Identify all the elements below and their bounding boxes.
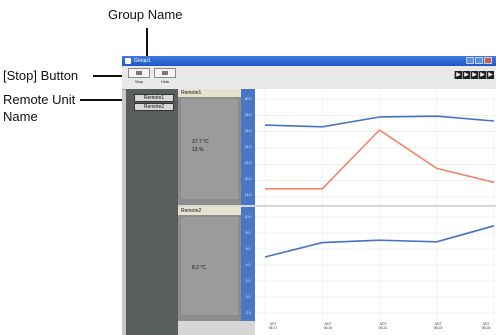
x-tick-label: 3/07 06:19: [318, 322, 338, 330]
x-tick-label: 3/07 06:23: [428, 322, 448, 330]
y-tick-label: 4.0: [245, 263, 251, 267]
y-tick-label: -2.0: [244, 311, 252, 315]
remote-panel-1: Remote1 27.7 °C 13 % 30.0 28.0 26.0 24.0…: [178, 89, 496, 205]
panel-1-y-axis: 30.0 28.0 26.0 24.0 22.0 20.0 18.0: [241, 89, 255, 205]
x-tick-label: 3/07 06:21: [373, 322, 393, 330]
nav-arrow-icon[interactable]: ▶: [478, 71, 486, 79]
nav-arrow-icon[interactable]: ▶: [486, 71, 494, 79]
panel-2-temperature-reading: 8.2 °C: [192, 265, 206, 271]
stop-button-callout: [Stop] Button: [3, 68, 79, 83]
y-tick-label: 0.0: [245, 295, 251, 299]
title-bar: Group1: [122, 56, 496, 66]
remote-unit-button-1[interactable]: Remote1: [134, 94, 174, 102]
y-tick-label: 10.0: [244, 215, 252, 219]
panel-2-name: Remote2: [178, 207, 241, 215]
stop-button-label: Stop: [134, 79, 144, 84]
panel-2-plot: [255, 207, 496, 321]
panel-2-info: Remote2 8.2 °C: [178, 207, 241, 321]
time-axis: 3/07 06:17 3/07 06:19 3/07 06:21 3/07 06:23 …: [255, 321, 496, 335]
x-tick-time: 06:23: [433, 326, 443, 330]
x-tick-time: 06:19: [323, 326, 333, 330]
minimize-button[interactable]: [466, 57, 474, 64]
panel-2-y-axis: 10.0 8.0 6.0 4.0 2.0 0.0 -2.0: [241, 207, 255, 321]
window-title: Group1: [134, 58, 151, 64]
nav-arrow-group: ▶ ▶ ▶ ▶ ▶: [454, 71, 494, 79]
hide-button-label: Hide: [160, 79, 170, 84]
nav-arrow-icon[interactable]: ▶: [462, 71, 470, 79]
remote-unit-name-callout-line2: Name: [3, 109, 38, 124]
stop-icon: [136, 71, 142, 75]
remote-unit-button-2[interactable]: Remote2: [134, 103, 174, 111]
toolbar: Stop Hide ▶ ▶ ▶ ▶ ▶: [122, 66, 496, 90]
y-tick-label: 20.0: [244, 177, 252, 181]
x-tick-time: 06:21: [378, 326, 388, 330]
y-tick-label: 30.0: [244, 97, 252, 101]
panel-1-info: Remote1 27.7 °C 13 %: [178, 89, 241, 205]
x-tick-label: 3/07 06:17: [263, 322, 283, 330]
group-name-callout: Group Name: [108, 7, 183, 22]
stop-button[interactable]: [128, 68, 150, 78]
remote-sidebar: Remote1 Remote2: [126, 89, 178, 335]
panel-1-temperature-reading: 27.7 °C: [192, 139, 209, 145]
y-tick-label: 6.0: [245, 247, 251, 251]
y-tick-label: 28.0: [244, 113, 252, 117]
remote-panel-2: Remote2 8.2 °C 10.0 8.0 6.0 4.0 2.0 0.0 …: [178, 207, 496, 321]
x-tick-time: 06:25: [481, 326, 491, 330]
close-button[interactable]: [484, 57, 492, 64]
y-tick-label: 22.0: [244, 161, 252, 165]
panel-1-name: Remote1: [178, 89, 241, 97]
y-tick-label: 8.0: [245, 231, 251, 235]
nav-arrow-icon[interactable]: ▶: [470, 71, 478, 79]
maximize-button[interactable]: [475, 57, 483, 64]
panel-2-readings-box: 8.2 °C: [181, 217, 238, 315]
panel-1-humidity-reading: 13 %: [192, 147, 204, 153]
graph-area: Remote1 27.7 °C 13 % 30.0 28.0 26.0 24.0…: [178, 89, 496, 335]
y-tick-label: 24.0: [244, 145, 252, 149]
y-tick-label: 18.0: [244, 193, 252, 197]
y-tick-label: 2.0: [245, 279, 251, 283]
app-icon: [125, 58, 131, 64]
x-tick-label: 3/07 06:25: [476, 322, 496, 330]
group-window: Group1 Stop Hide ▶ ▶ ▶ ▶ ▶ Remote1 Remot…: [122, 56, 496, 335]
y-tick-label: 26.0: [244, 129, 252, 133]
hide-icon: [162, 71, 168, 75]
hide-button[interactable]: [154, 68, 176, 78]
panel-1-readings-box: 27.7 °C 13 %: [181, 99, 238, 199]
remote-unit-name-callout-line1: Remote Unit: [3, 92, 76, 107]
x-tick-time: 06:17: [268, 326, 278, 330]
panel-1-plot: [255, 89, 496, 205]
nav-arrow-icon[interactable]: ▶: [454, 71, 462, 79]
